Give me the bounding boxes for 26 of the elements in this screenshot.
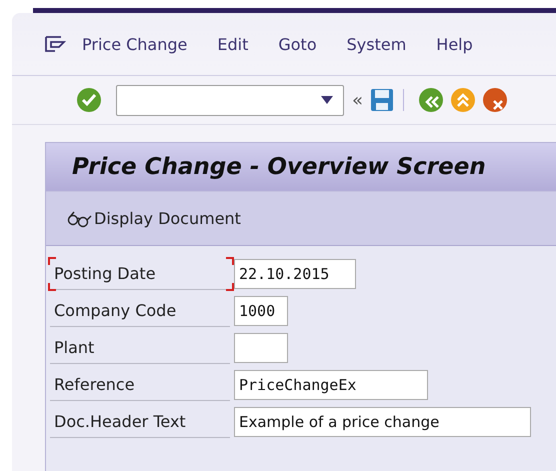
menu-item[interactable]: Price Change [82,34,188,54]
expand-toggle[interactable]: « [352,90,364,110]
back-button[interactable] [418,87,444,113]
menu-item[interactable]: System [346,34,406,54]
cancel-button[interactable] [482,87,508,113]
field-label: Plant [50,332,230,364]
field-label: Doc.Header Text [50,406,230,438]
input-field[interactable]: 22.10.2015 [234,259,356,289]
dropdown-icon[interactable] [321,96,333,104]
command-field[interactable] [116,84,344,116]
exit-button[interactable] [450,87,476,113]
field-label: Company Code [50,295,230,327]
checkmark-icon[interactable] [76,87,102,113]
input-field[interactable]: 1000 [234,296,288,326]
input-field[interactable]: PriceChangeEx [234,370,428,400]
menu-item[interactable]: Help [436,34,473,54]
field-label: Reference [50,369,230,401]
menu-item[interactable]: Edit [217,34,248,54]
input-field[interactable] [234,333,288,363]
screen-title: Price Change - Overview Screen [46,143,556,191]
menu-item[interactable]: Goto [278,34,317,54]
menu-icon[interactable] [44,35,66,53]
input-field[interactable]: Example of a price change [234,407,531,437]
save-button[interactable] [369,87,396,113]
glasses-icon [66,210,92,228]
display-document-button[interactable]: Display Document [66,209,241,228]
